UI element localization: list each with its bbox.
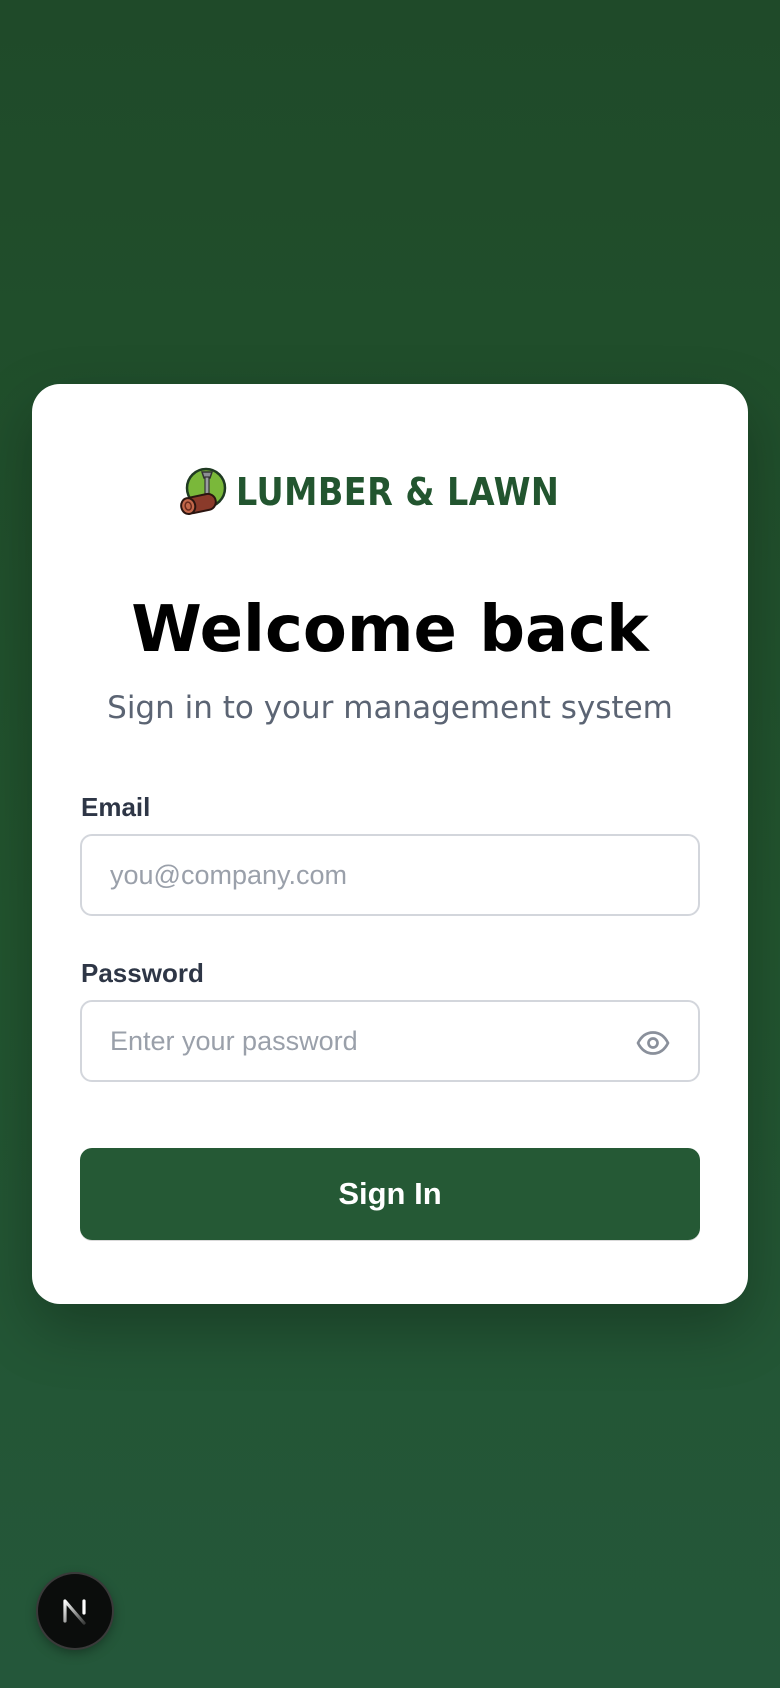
password-field[interactable] [82,1002,698,1080]
page-subtitle: Sign in to your management system [107,690,673,726]
nextjs-icon [63,1599,86,1625]
brand-name: LUMBER & LAWN [236,470,560,514]
sign-in-button[interactable]: Sign In [80,1148,700,1240]
page-title: Welcome back [131,593,649,667]
brand-logo: LUMBER & LAWN [32,464,748,520]
email-field[interactable] [82,836,698,914]
show-password-button[interactable] [634,1024,672,1062]
lumber-lawn-logo-icon [180,467,227,516]
password-label: Password [81,958,204,988]
email-field-container [80,834,700,916]
password-field-container [80,1000,700,1082]
email-label: Email [81,792,151,822]
eye-icon [636,1031,670,1055]
nextjs-dev-badge[interactable] [38,1574,112,1648]
login-card: LUMBER & LAWN Welcome back Sign in to yo… [32,384,748,1304]
